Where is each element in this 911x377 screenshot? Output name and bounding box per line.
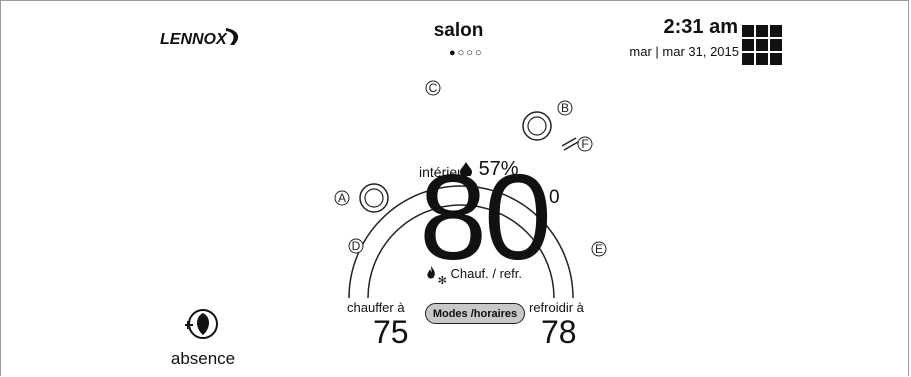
clock-date: mar | mar 31, 2015 [629, 44, 739, 59]
heat-setpoint-value[interactable]: 75 [373, 316, 409, 348]
away-leaf-icon[interactable] [185, 307, 219, 341]
grid-menu-icon[interactable] [742, 25, 782, 65]
cool-setpoint-value[interactable]: 78 [541, 316, 577, 348]
logo-text: LENNOX [160, 31, 228, 48]
heat-handle[interactable] [359, 183, 389, 213]
snowflake-icon: ✻ [437, 275, 447, 287]
svg-text:D: D [352, 239, 361, 253]
callout-e: E [591, 241, 607, 257]
thermostat-screen: LENNOX salon ●○○○ 2:31 am mar | mar 31, … [0, 0, 909, 376]
svg-text:B: B [561, 101, 569, 115]
deadband-marker [561, 137, 579, 151]
heat-setpoint-label: chauffer à [347, 300, 405, 315]
callout-c: C [425, 80, 441, 96]
system-mode[interactable]: ✻ Chauf. / refr. [426, 266, 523, 287]
callout-b: B [557, 100, 573, 116]
degree-symbol: 0 [549, 187, 560, 208]
cool-setpoint-label: refroidir à [529, 300, 584, 315]
page-indicator[interactable]: ●○○○ [449, 47, 484, 59]
modes-schedules-button[interactable]: Modes /horaires [425, 303, 525, 324]
room-title: salon [433, 20, 484, 41]
callout-a: A [334, 190, 350, 206]
clock-time: 2:31 am [663, 16, 739, 38]
svg-text:F: F [581, 137, 588, 151]
lennox-logo: LENNOX [156, 25, 242, 51]
indoor-temperature: 80 [419, 149, 552, 285]
svg-text:A: A [338, 191, 346, 205]
away-label[interactable]: absence [163, 349, 243, 369]
svg-text:C: C [429, 81, 438, 95]
svg-text:E: E [595, 242, 603, 256]
callout-d: D [348, 238, 364, 254]
callout-f: F [577, 136, 593, 152]
cool-handle[interactable] [522, 111, 552, 141]
mode-label: Chauf. / refr. [450, 266, 523, 281]
